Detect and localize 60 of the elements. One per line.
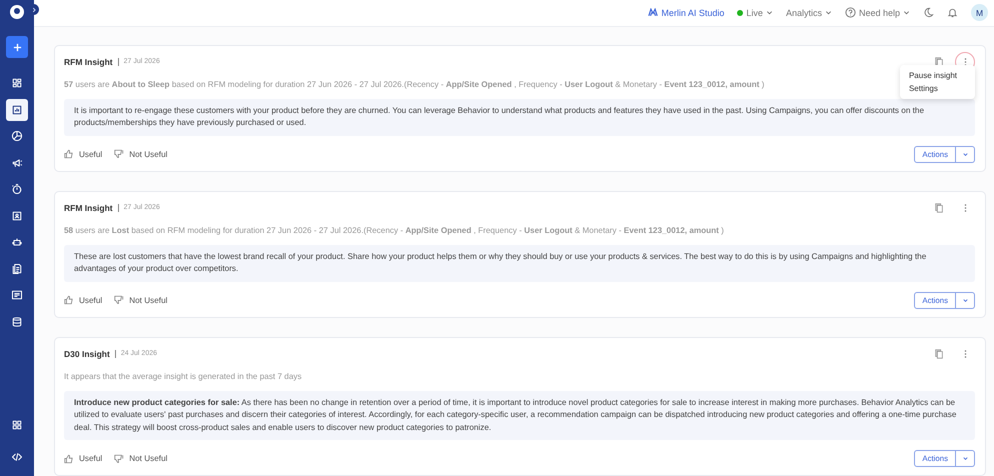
apps-icon xyxy=(11,419,23,431)
chart-icon xyxy=(11,104,23,116)
list-icon xyxy=(11,289,23,301)
database-icon xyxy=(11,316,23,328)
analytics-dropdown[interactable]: Analytics xyxy=(786,8,832,18)
insight-summary: It appears that the average insight is generated in the past 7 days xyxy=(64,372,302,380)
caret-icon xyxy=(962,150,968,158)
insight-title: D30 Insight xyxy=(64,348,110,358)
useful-button[interactable]: Useful xyxy=(64,454,102,464)
chevron-right-icon xyxy=(30,6,36,12)
thumbs-down-icon xyxy=(114,149,124,159)
more-icon xyxy=(964,348,966,358)
pie-icon xyxy=(11,130,23,142)
help-dropdown[interactable]: Need help xyxy=(844,7,910,18)
timer-icon xyxy=(11,183,23,195)
moon-icon[interactable] xyxy=(923,7,934,18)
grid-icon xyxy=(11,77,23,89)
insight-summary: 58 users are Lost based on RFM modeling for duration 27 Jun 2026 - 27 Jul 2026.(Recency - App/Site Opened , Frequency - User Logout & Monetary - Event 123_0012, amount ) xyxy=(64,226,724,234)
studio-logo-icon xyxy=(648,8,658,18)
menu-item[interactable]: Settings xyxy=(900,82,975,94)
thumbs-down-icon xyxy=(114,295,124,305)
bell-icon[interactable] xyxy=(947,7,958,18)
useful-button[interactable]: Useful xyxy=(64,149,102,159)
studio-link[interactable]: Merlin AI Studio xyxy=(648,8,724,18)
caret-icon xyxy=(824,9,832,16)
useful-button[interactable]: Useful xyxy=(64,295,102,305)
copy-icon[interactable] xyxy=(934,348,944,358)
thumbs-down-icon xyxy=(114,454,124,464)
insight-title: RFM Insight xyxy=(64,202,113,212)
thumbs-up-icon xyxy=(64,454,74,464)
caret-icon xyxy=(766,9,773,16)
insight-advice: These are lost customers that have the lowest brand recall of your product. Share how your product helps them or why they should buy or use your products & services. The best way to do this is by using Campaigns and highlighting the advantages of your product over competitors. xyxy=(64,244,975,282)
user-avatar[interactable]: M xyxy=(971,4,988,22)
thumbs-up-icon xyxy=(64,295,74,305)
not-useful-button[interactable]: Not Useful xyxy=(114,454,168,464)
help-icon xyxy=(844,7,856,18)
code-icon xyxy=(11,451,23,463)
insight-advice: It is important to re-engage these customers with your product before they are churned. You can leverage Behavior to understand what products and features they have used in the past. Using Campaigns, you can offer discounts on the products/memberships they have previously purchased or used. xyxy=(64,98,975,136)
not-useful-button[interactable]: Not Useful xyxy=(114,295,168,305)
thumbs-up-icon xyxy=(64,149,74,159)
copy-icon[interactable] xyxy=(934,56,944,66)
robot-icon xyxy=(11,236,23,248)
menu-item[interactable]: Pause insight xyxy=(900,68,975,82)
insight-summary: 57 users are About to Sleep based on RFM modeling for duration 27 Jun 2026 - 27 Jul 2026.(Recency - App/Site Opened , Frequency - User Logout & Monetary - Event 123_0012, amount ) xyxy=(64,80,764,88)
not-useful-button[interactable]: Not Useful xyxy=(114,149,168,159)
document-icon xyxy=(11,262,23,274)
caret-icon xyxy=(962,296,968,304)
person-icon xyxy=(11,210,23,222)
logo-icon xyxy=(9,4,25,20)
copy-icon[interactable] xyxy=(934,202,944,212)
megaphone-icon xyxy=(11,156,23,168)
add-button[interactable] xyxy=(6,36,28,58)
caret-icon xyxy=(903,9,910,16)
sidebar-item[interactable] xyxy=(6,98,28,120)
plus-icon xyxy=(12,42,22,52)
environment-dropdown[interactable]: Live xyxy=(737,8,773,18)
insight-advice: Introduce new product categories for sale: As there has been no change in retention over a period of time, it is important to introduce novel product categories for sale to increase interest in making more purchases. Behavior Analytics can be utilized to evaluate users' past purchases and discern their categories of interest. Accordingly, for each category-specific user, a recommendation campaign can be dispatched introducing new product categories and offering a one-time purchase deal. This strategy will boost cross-product sales and enable users to discover new product categories to patronize. xyxy=(64,390,975,440)
caret-icon xyxy=(962,455,968,462)
more-icon xyxy=(964,202,966,212)
insight-title: RFM Insight xyxy=(64,56,113,66)
